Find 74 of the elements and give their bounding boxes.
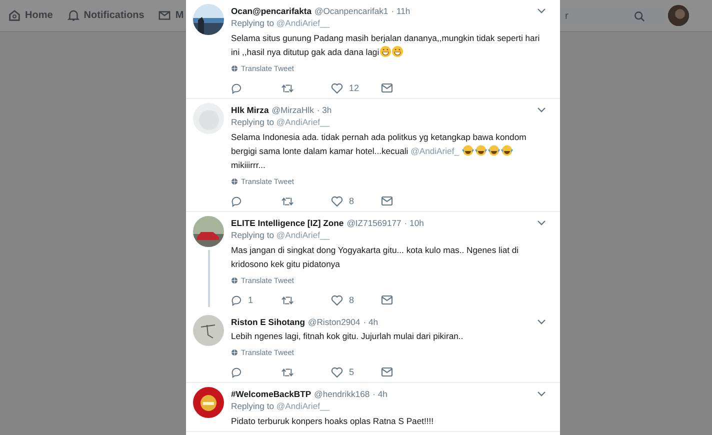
tweet-text: Pidato terburuk konpers hoaks oplas Ratna S Paet!!!! [231, 415, 435, 428]
laughing-emoji-icon [501, 145, 514, 156]
user-name: Hlk Mirza [231, 104, 269, 114]
replying-to-text: Replying to @AndiArief__ [231, 229, 331, 242]
tweet-time: · 11h [391, 6, 410, 16]
user-handle: @hendrikk168 [314, 388, 370, 398]
user-handle: @MirzaHlk [272, 104, 314, 114]
caret-icon[interactable] [537, 220, 546, 226]
nav-link[interactable]: Notifications [66, 9, 144, 22]
user-handle: @IZ71569177 [346, 218, 402, 228]
replying-to-text: Replying to @AndiArief__ [231, 17, 331, 30]
mention-link[interactable]: @AndiArief_ [410, 146, 459, 156]
reply-icon [231, 294, 242, 306]
search-field[interactable]: r [560, 6, 666, 26]
retweet-icon [281, 196, 294, 206]
grinning-emoji-icon [392, 46, 404, 57]
mail-icon [381, 196, 393, 206]
user-handle: @Riston2904 [308, 316, 360, 326]
tweet-time: · 3h [316, 104, 332, 114]
like-button[interactable]: 8 [331, 196, 381, 206]
retweet-icon [281, 294, 294, 306]
mail-icon [381, 83, 393, 93]
tweet-time: · 4h [363, 316, 378, 326]
replying-to-text: Replying to @AndiArief__ [231, 400, 331, 413]
like-button[interactable]: 8 [331, 294, 381, 306]
mention-link[interactable]: @AndiArief__ [276, 401, 330, 411]
user-name: Ocan@pencarifakta [231, 6, 312, 16]
heart-icon [331, 82, 343, 94]
mention-link[interactable]: @AndiArief__ [276, 230, 330, 240]
globe-icon [231, 178, 238, 185]
heart-icon [331, 294, 343, 306]
caret-icon[interactable] [537, 8, 546, 14]
reply-icon [231, 196, 242, 206]
retweet-icon [281, 366, 294, 378]
globe-icon [231, 349, 238, 356]
home-icon [8, 9, 21, 22]
tweet-text: Selama situs gunung Padang masih berjalan dananya,,mungkin tidak seperti hari ini ,,hasil nya ditutup gak ada dana lagi [231, 32, 541, 59]
user-name: Riston E Sihotang [231, 316, 305, 326]
laughing-emoji-icon [475, 145, 488, 156]
globe-icon [231, 65, 238, 72]
tweet-text: Mas jangan di singkat dong Yogyakarta gitu... kota kulo mas.. Ngenes liat di kridosono kek gitu pidatonya [231, 244, 520, 271]
user-name: #WelcomeBackBTP [231, 388, 312, 398]
thread-line [208, 250, 210, 307]
laughing-emoji-icon [462, 145, 474, 156]
reply-icon [231, 366, 242, 378]
caret-icon[interactable] [537, 318, 546, 324]
user-handle: @Ocanpencarifak1 [314, 6, 388, 16]
mail-icon [381, 295, 393, 305]
tweet-text: Lebih ngenes lagi, fitnah kok gitu. Jujurlah mulai dari pikiran.. [231, 330, 464, 343]
nav-link[interactable]: M [158, 9, 184, 22]
mail-icon [158, 9, 172, 22]
tweet-time: · 10h [404, 218, 424, 228]
bell-icon [66, 9, 80, 22]
mention-link[interactable]: @AndiArief__ [276, 18, 330, 28]
like-button[interactable]: 12 [331, 82, 381, 94]
globe-icon [231, 277, 238, 284]
mail-icon [381, 367, 393, 377]
heart-icon [331, 196, 343, 206]
retweet-icon [281, 82, 294, 94]
reply-icon [231, 82, 242, 94]
caret-icon[interactable] [537, 390, 546, 396]
user-name: ELITE Intelligence [IZ] Zone [231, 218, 344, 228]
caret-icon[interactable] [537, 106, 546, 112]
nav-link[interactable]: Home [8, 9, 53, 22]
like-button[interactable]: 5 [331, 366, 381, 378]
grinning-emoji-icon [380, 46, 392, 57]
mention-link[interactable]: @AndiArief__ [276, 117, 330, 127]
tweet-text: Selama Indonesia ada. tidak pernah ada politkus yg ketangkap bawa kondom bergigi sama lonte dalam kamar hotel...kecuali @AndiArief_ mikiiirrr... [231, 131, 528, 172]
heart-icon [331, 366, 343, 378]
laughing-emoji-icon [488, 145, 500, 156]
replying-to-text: Replying to @AndiArief__ [231, 116, 331, 129]
reply-button[interactable]: 1 [231, 294, 281, 306]
tweet-time: · 4h [372, 388, 388, 398]
search-icon [634, 10, 646, 22]
